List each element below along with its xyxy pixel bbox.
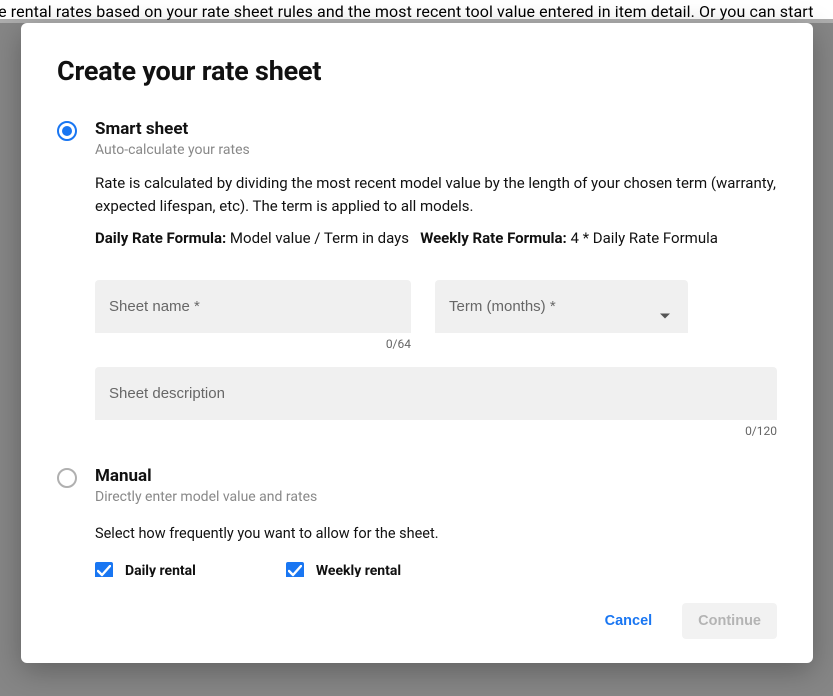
checkbox-daily-rental[interactable]: Daily rental: [95, 562, 196, 577]
option-subtitle-manual: Directly enter model value and rates: [95, 489, 777, 505]
radio-smart-sheet[interactable]: [57, 121, 77, 141]
option-title-smart: Smart sheet: [95, 119, 777, 139]
daily-formula-value: Model value / Term in days: [226, 229, 409, 247]
term-select[interactable]: [435, 280, 688, 333]
checkbox-weekly-label: Weekly rental: [316, 563, 401, 577]
rate-formulas: Daily Rate Formula: Model value / Term i…: [95, 227, 777, 250]
continue-button[interactable]: Continue: [682, 603, 777, 639]
modal-content: Smart sheet Auto-calculate your rates Ra…: [21, 107, 813, 577]
checkbox-weekly-rental[interactable]: Weekly rental: [286, 562, 401, 577]
sheet-name-counter: 0/64: [95, 337, 411, 351]
frequency-instruction: Select how frequently you want to allow …: [95, 525, 777, 542]
option-title-manual: Manual: [95, 466, 777, 486]
sheet-description-input[interactable]: [95, 367, 777, 420]
option-manual[interactable]: Manual Directly enter model value and ra…: [57, 466, 777, 577]
sheet-description-counter: 0/120: [95, 424, 777, 438]
modal-actions: Cancel Continue: [21, 577, 813, 645]
daily-formula-label: Daily Rate Formula:: [95, 229, 226, 247]
checkbox-daily-label: Daily rental: [125, 563, 196, 577]
modal-title: Create your rate sheet: [21, 55, 813, 107]
weekly-formula-label: Weekly Rate Formula:: [420, 229, 567, 247]
weekly-formula-value: 4 * Daily Rate Formula: [567, 229, 718, 247]
option-subtitle-smart: Auto-calculate your rates: [95, 142, 777, 158]
checkmark-icon: [286, 562, 304, 577]
sheet-name-input[interactable]: [95, 280, 411, 333]
cancel-button[interactable]: Cancel: [589, 603, 669, 639]
radio-manual[interactable]: [57, 468, 77, 488]
smart-description: Rate is calculated by dividing the most …: [95, 172, 777, 217]
create-rate-sheet-modal: Create your rate sheet Smart sheet Auto-…: [21, 23, 813, 663]
checkmark-icon: [95, 562, 113, 577]
option-smart-sheet[interactable]: Smart sheet Auto-calculate your rates Ra…: [57, 119, 777, 438]
